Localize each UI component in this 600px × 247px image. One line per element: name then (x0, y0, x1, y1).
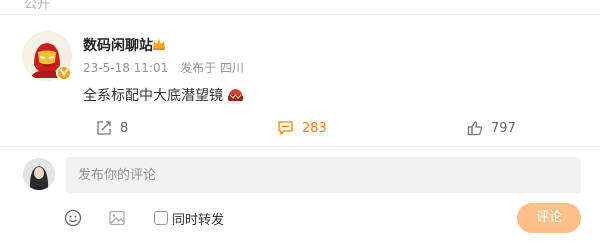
repost-label[interactable]: 同时转发 (172, 209, 224, 228)
like-button[interactable]: 797 (467, 120, 516, 136)
like-count: 797 (491, 120, 516, 136)
share-button[interactable]: 8 (96, 120, 128, 136)
share-icon (97, 121, 111, 135)
submit-comment-button[interactable]: 评论 (517, 203, 581, 233)
post-content-text: 全系标配中大底潜望镜 (83, 88, 223, 104)
comment-icon (278, 121, 293, 135)
post-date[interactable]: 23-5-18 11:01 (83, 61, 168, 75)
comment-button[interactable]: 283 (277, 120, 327, 136)
image-icon[interactable] (108, 209, 126, 227)
top-fragment-text: 公开 (24, 0, 51, 12)
post-content: 全系标配中大底潜望镜 (83, 85, 244, 105)
post-source: 发布于 四川 (180, 61, 244, 75)
cake-icon (228, 89, 244, 101)
thumbs-up-icon (467, 121, 483, 136)
comment-count: 283 (302, 120, 327, 136)
verified-badge-icon (56, 65, 72, 81)
comment-divider (0, 146, 600, 147)
top-divider (0, 14, 600, 15)
comment-input[interactable] (66, 157, 581, 193)
repost-checkbox[interactable] (154, 211, 168, 225)
user-avatar-icon (23, 158, 55, 190)
crown-badge-icon[interactable] (151, 36, 167, 52)
author-name[interactable]: 数码闲聊站 (83, 35, 153, 55)
share-count: 8 (120, 120, 129, 136)
post-meta: 23-5-18 11:01 发布于 四川 (83, 59, 244, 76)
emoji-icon[interactable] (64, 209, 82, 227)
current-user-avatar[interactable] (23, 158, 55, 190)
